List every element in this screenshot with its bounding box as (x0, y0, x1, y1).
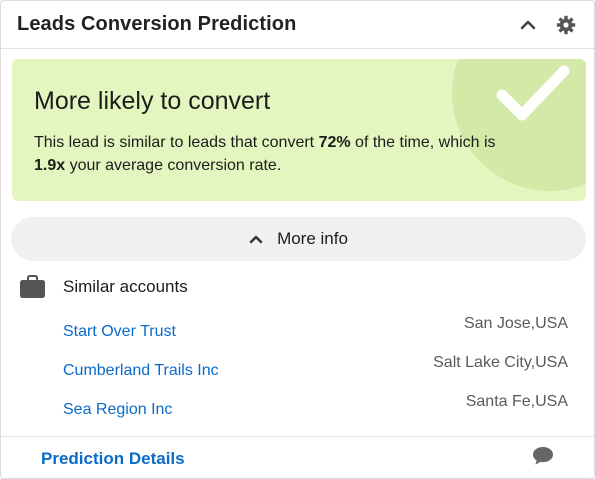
similar-accounts-title: Similar accounts (63, 277, 188, 296)
gear-icon[interactable] (554, 13, 578, 37)
card-footer: Prediction Details (1, 436, 594, 478)
account-location: San Jose,USA (463, 315, 568, 332)
account-location: Salt Lake City,USA (433, 354, 568, 371)
account-row: Start Over Trust San Jose,USA (63, 315, 568, 349)
banner-description: This lead is similar to leads that conve… (34, 131, 554, 177)
conversion-percent: 72% (318, 134, 351, 151)
card-title: Leads Conversion Prediction (17, 13, 297, 35)
account-link[interactable]: Start Over Trust (63, 323, 176, 341)
conversion-multiplier: 1.9x (34, 157, 66, 174)
leads-conversion-card: Leads Conversion Prediction More likely … (0, 0, 595, 479)
chat-bubble-icon[interactable] (532, 446, 554, 466)
banner-text-2: of the time, which is (350, 134, 496, 151)
briefcase-icon (20, 275, 45, 298)
similar-accounts-header: Similar accounts (19, 275, 188, 299)
card-header: Leads Conversion Prediction (1, 1, 594, 49)
account-link[interactable]: Sea Region Inc (63, 401, 172, 419)
account-row: Cumberland Trails Inc Salt Lake City,USA (63, 354, 568, 388)
chevron-up-icon (249, 235, 263, 244)
more-info-label: More info (277, 229, 348, 248)
checkmark-icon (496, 65, 570, 121)
account-location: Santa Fe,USA (465, 393, 568, 410)
account-row: Sea Region Inc Santa Fe,USA (63, 393, 568, 427)
banner-text-1: This lead is similar to leads that conve… (34, 134, 319, 151)
banner-text-3: your average conversion rate. (65, 157, 282, 174)
banner-heading: More likely to convert (34, 87, 271, 115)
header-actions (516, 13, 578, 37)
prediction-details-link[interactable]: Prediction Details (41, 449, 185, 469)
chevron-up-icon[interactable] (516, 13, 540, 37)
prediction-banner: More likely to convert This lead is simi… (12, 59, 586, 201)
account-link[interactable]: Cumberland Trails Inc (63, 362, 219, 380)
more-info-button[interactable]: More info (11, 217, 586, 261)
